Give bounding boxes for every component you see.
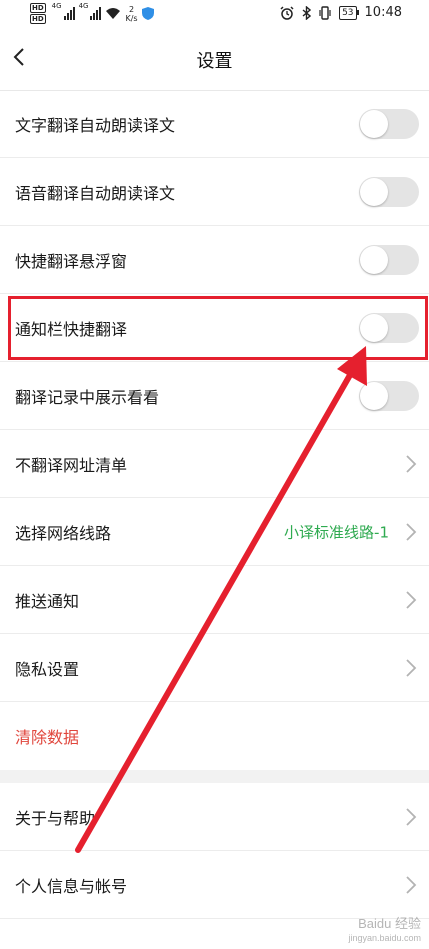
- row-quick-translate-float: 快捷翻译悬浮窗: [0, 226, 429, 294]
- watermark-brand: Baidu 经验: [358, 916, 421, 931]
- row-label: 不翻译网址清单: [15, 456, 128, 475]
- wifi-icon: [106, 8, 121, 19]
- signal-icon-2: [90, 7, 102, 20]
- row-select-network-route[interactable]: 选择网络线路 小译标准线路-1: [0, 498, 429, 566]
- network-route-value: 小译标准线路-1: [284, 523, 389, 542]
- chevron-right-icon: [406, 876, 417, 894]
- header-bar: 设置: [0, 28, 429, 91]
- chevron-right-icon: [406, 659, 417, 677]
- network-speed-unit: K/s: [125, 13, 138, 23]
- row-label: 关于与帮助: [15, 809, 96, 828]
- row-label: 选择网络线路: [15, 524, 112, 543]
- watermark-url: jingyan.baidu.com: [348, 933, 421, 943]
- toggle-knob: [360, 382, 388, 410]
- row-clear-data[interactable]: 清除数据: [0, 702, 429, 770]
- toggle-knob: [360, 246, 388, 274]
- row-no-translate-urls[interactable]: 不翻译网址清单: [0, 430, 429, 498]
- network-type-1: 4G: [51, 2, 62, 10]
- chevron-right-icon: [406, 523, 417, 541]
- chevron-right-icon: [406, 808, 417, 826]
- clock-time: 10:48: [364, 5, 402, 20]
- row-privacy-settings[interactable]: 隐私设置: [0, 634, 429, 702]
- chevron-right-icon: [406, 455, 417, 473]
- chevron-right-icon: [406, 591, 417, 609]
- vibrate-icon: [319, 5, 331, 20]
- toggle-knob: [360, 178, 388, 206]
- row-label: 翻译记录中展示看看: [15, 388, 160, 407]
- row-label: 推送通知: [15, 592, 80, 611]
- hd-badge-2: HD: [30, 14, 46, 24]
- section-divider: [0, 770, 429, 783]
- row-voice-translation-autoread: 语音翻译自动朗读译文: [0, 158, 429, 226]
- signal-icon-1: [63, 7, 75, 20]
- alarm-icon: [280, 5, 294, 20]
- hd-badge-1: HD: [30, 3, 46, 13]
- row-history-show-look: 翻译记录中展示看看: [0, 362, 429, 430]
- toggle-switch[interactable]: [359, 245, 419, 275]
- status-bar: HD HD 4G 4G 2 K/s 53 10:48: [0, 0, 429, 28]
- network-speed-value: 2: [128, 4, 135, 14]
- baidu-watermark: Baidu 经验 jingyan.baidu.com: [348, 917, 421, 945]
- toggle-knob: [360, 110, 388, 138]
- shield-icon: [141, 7, 154, 20]
- battery-icon: 53: [339, 5, 360, 20]
- row-label: 语音翻译自动朗读译文: [15, 184, 176, 203]
- clear-data-button[interactable]: 清除数据: [15, 724, 79, 748]
- bluetooth-icon: [302, 5, 312, 20]
- row-text-translation-autoread: 文字翻译自动朗读译文: [0, 90, 429, 158]
- row-label: 快捷翻译悬浮窗: [15, 252, 128, 271]
- annotation-highlight-box: [8, 296, 428, 360]
- row-push-notifications[interactable]: 推送通知: [0, 566, 429, 634]
- row-label: 隐私设置: [15, 660, 80, 679]
- toggle-switch[interactable]: [359, 381, 419, 411]
- toggle-switch[interactable]: [359, 109, 419, 139]
- network-type-2: 4G: [78, 2, 89, 10]
- row-about-help[interactable]: 关于与帮助: [0, 783, 429, 851]
- row-personal-info-account[interactable]: 个人信息与帐号: [0, 851, 429, 919]
- row-label: 文字翻译自动朗读译文: [15, 116, 176, 135]
- network-speed: 2 K/s: [125, 5, 137, 23]
- page-title: 设置: [196, 51, 233, 72]
- toggle-switch[interactable]: [359, 177, 419, 207]
- row-label: 个人信息与帐号: [15, 877, 128, 896]
